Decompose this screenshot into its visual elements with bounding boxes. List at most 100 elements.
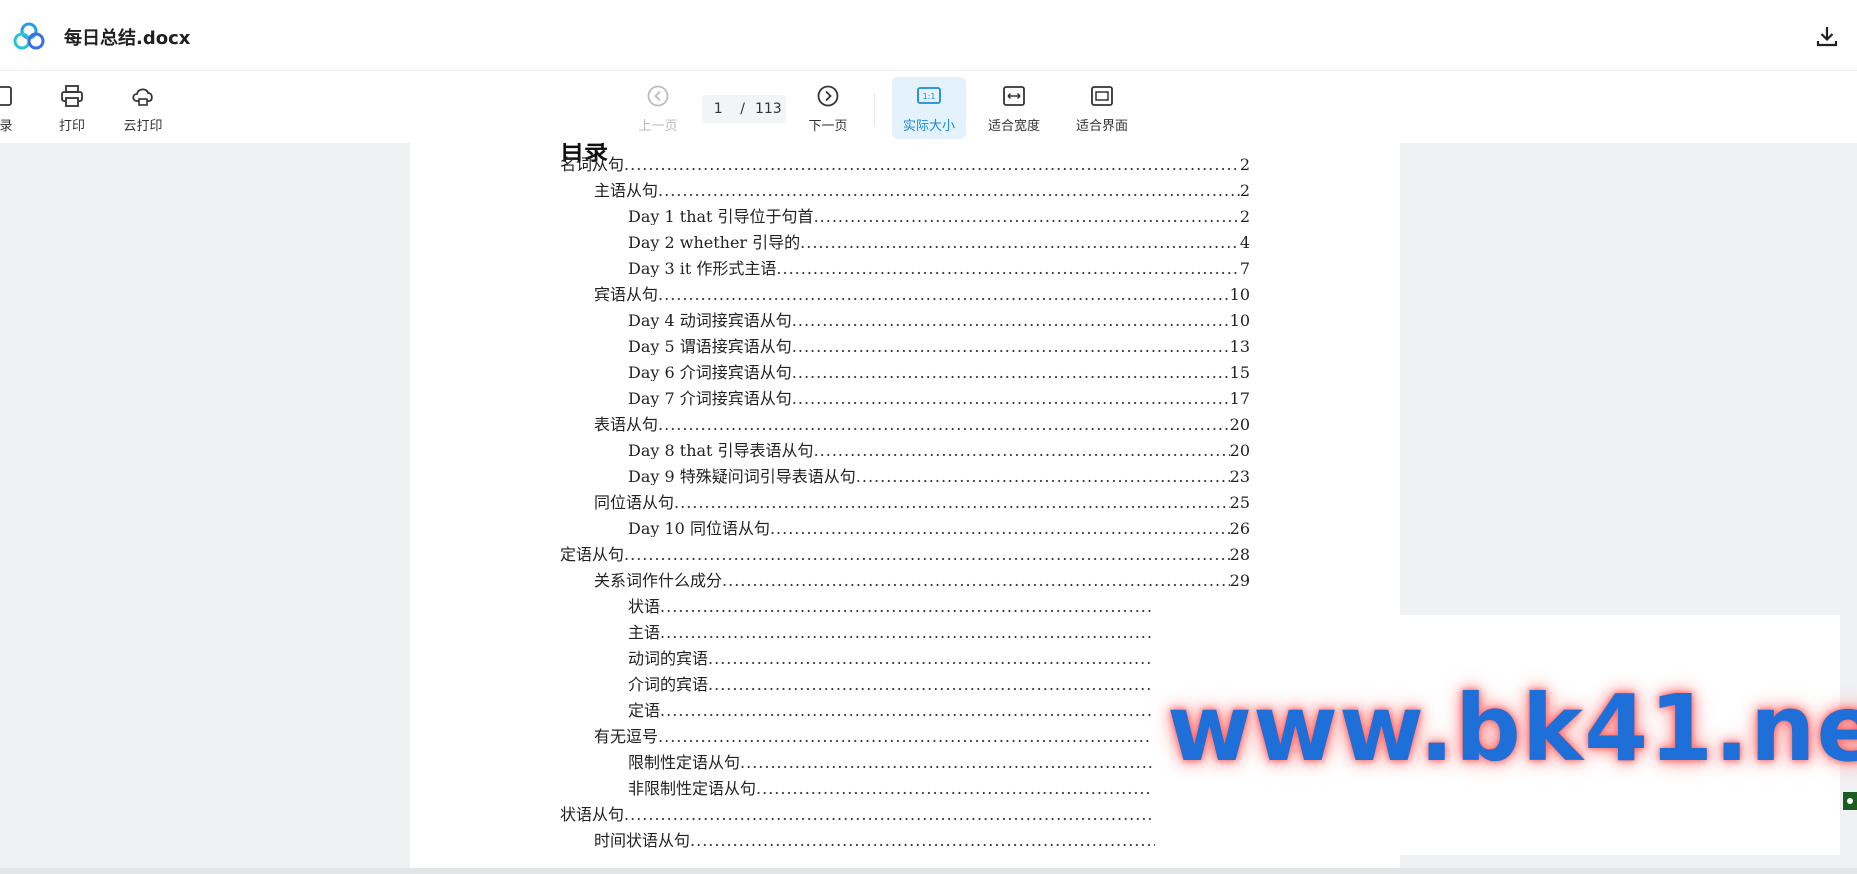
toc-entry-title: 状语 (628, 597, 661, 615)
toc-entry[interactable]: 主语......................................… (628, 619, 1152, 641)
toc-entry-page: 2 (1239, 181, 1250, 199)
print-label: 打印 (58, 119, 85, 134)
toc-entry-page: 28 (1229, 545, 1250, 563)
viewer-toolbar: 录 打印 云打印 上一页 / 113 下一页 (0, 71, 1857, 143)
toc-dot-leader: ........................................… (813, 207, 1240, 225)
bottom-scrollbar[interactable] (0, 868, 1857, 874)
toc-dot-leader: ........................................… (791, 337, 1230, 355)
toc-dot-leader: ........................................… (791, 311, 1230, 329)
toc-entry[interactable]: 有无逗号....................................… (594, 723, 1152, 745)
toc-dot-leader: ........................................… (658, 181, 1240, 199)
toc-entry[interactable]: 限制性定语从句.................................… (628, 749, 1152, 771)
toc-entry[interactable]: 动词的宾语...................................… (628, 645, 1152, 667)
toc-entry[interactable]: Day 1 that 引导位于句首.......................… (628, 203, 1250, 225)
side-indicator[interactable] (1843, 792, 1857, 810)
toc-entry[interactable]: Day 2 whether 引导的.......................… (628, 229, 1250, 251)
svg-text:1:1: 1:1 (923, 92, 936, 101)
toc-dot-leader: ........................................… (660, 597, 1152, 615)
toc-entry-title: 主语从句 (594, 181, 659, 199)
toc-dot-leader: ........................................… (855, 467, 1230, 485)
toc-dot-leader: ........................................… (660, 701, 1152, 719)
toc-entry-title: 名词从句 (560, 155, 625, 173)
toc-entry[interactable]: 状语从句....................................… (560, 801, 1152, 823)
toc-entry-title: 宾语从句 (594, 285, 659, 303)
toc-entry-page: 2 (1239, 207, 1250, 225)
watermark-panel: www.bk41.net (1155, 615, 1857, 855)
toc-entry-title: Day 8 that 引导表语从句 (628, 441, 814, 459)
toc-entry-page: 13 (1229, 337, 1250, 355)
outline-icon (0, 86, 12, 106)
toc-entry[interactable]: 状语......................................… (628, 593, 1152, 615)
next-page-label: 下一页 (808, 119, 848, 134)
toc-entry-title: 状语从句 (560, 805, 625, 823)
cloud-print-button[interactable]: 云打印 (116, 77, 170, 139)
toc-entry-title: 关系词作什么成分 (594, 571, 723, 589)
printer-icon (61, 85, 83, 107)
actual-size-label: 实际大小 (902, 119, 955, 134)
toc-entry[interactable]: Day 6 介词接宾语从句...........................… (628, 359, 1250, 381)
toc-entry[interactable]: 非限制性定语从句................................… (628, 775, 1152, 797)
toc-entry[interactable]: 表语从句....................................… (594, 411, 1250, 433)
toc-entry[interactable]: 介词的宾语...................................… (628, 671, 1152, 693)
outline-button[interactable]: 录 (0, 77, 20, 139)
toc-dot-leader: ........................................… (674, 493, 1230, 511)
toc-dot-leader: ........................................… (624, 155, 1240, 173)
outline-label: 录 (0, 119, 13, 134)
toc-dot-leader: ........................................… (690, 831, 1230, 849)
toc-entry-page: 10 (1229, 285, 1250, 303)
toc-entry-title: 主语 (628, 623, 661, 641)
toc-dot-leader: ........................................… (708, 675, 1152, 693)
toc-entry-title: 动词的宾语 (628, 649, 709, 667)
toc-entry-page: 29 (1229, 571, 1250, 589)
cloud-print-label: 云打印 (123, 119, 163, 134)
toc-entry-title: 非限制性定语从句 (628, 779, 757, 797)
toc-entry-title: 定语从句 (560, 545, 625, 563)
next-page-button[interactable]: 下一页 (802, 77, 854, 139)
toc-entry[interactable]: 关系词作什么成分................................… (594, 567, 1250, 589)
toc-dot-leader: ........................................… (624, 805, 1152, 823)
toc-entry-page: 15 (1229, 363, 1250, 381)
fit-width-icon (1003, 86, 1025, 106)
toc-entry[interactable]: 主语从句....................................… (594, 177, 1250, 199)
page-number-input[interactable] (706, 101, 731, 117)
toc-entry[interactable]: Day 10 同位语从句............................… (628, 515, 1250, 537)
prev-page-button[interactable]: 上一页 (632, 77, 684, 139)
toc-entry-page: 23 (1229, 467, 1250, 485)
toc-entry-title: Day 7 介词接宾语从句 (628, 389, 792, 407)
toc-entry[interactable]: Day 4 动词接宾语从句...........................… (628, 307, 1250, 329)
toc-entry[interactable]: Day 3 it 作形式主语..........................… (628, 255, 1250, 277)
chevron-left-circle-icon (647, 85, 669, 107)
toc-entry-page: 4 (1239, 233, 1250, 251)
fit-page-button[interactable]: 适合界面 (1070, 77, 1134, 139)
document-title: 每日总结.docx (64, 28, 191, 49)
toc-entry[interactable]: Day 5 谓语接宾语从句...........................… (628, 333, 1250, 355)
toc-entry[interactable]: 定语从句....................................… (560, 541, 1250, 563)
toc-entry-page: 10 (1229, 311, 1250, 329)
toc-entry[interactable]: 定语......................................… (628, 697, 1152, 719)
toc-entry-title: Day 10 同位语从句 (628, 519, 770, 537)
toc-entry-title: 限制性定语从句 (628, 753, 741, 771)
toc-dot-leader: ........................................… (769, 519, 1230, 537)
toc-entry-title: 同位语从句 (594, 493, 675, 511)
toc-dot-leader: ........................................… (658, 285, 1230, 303)
actual-size-icon: 1:1 (917, 87, 941, 104)
toc-entry-title: Day 6 介词接宾语从句 (628, 363, 792, 381)
fit-width-button[interactable]: 适合宽度 (982, 77, 1046, 139)
toc-dot-leader: ........................................… (708, 649, 1152, 667)
toc-entry-title: 表语从句 (594, 415, 659, 433)
toc-entry-title: Day 3 it 作形式主语 (628, 259, 777, 277)
toc-entry[interactable]: Day 8 that 引导表语从句.......................… (628, 437, 1250, 459)
toc-entry[interactable]: 时间状语从句..................................… (594, 827, 1250, 849)
toc-entry[interactable]: 名词从句....................................… (560, 151, 1250, 173)
watermark-text: www.bk41.net (1167, 675, 1857, 782)
toc-entry[interactable]: Day 7 介词接宾语从句...........................… (628, 385, 1250, 407)
print-button[interactable]: 打印 (52, 77, 92, 139)
toc-entry[interactable]: 宾语从句....................................… (594, 281, 1250, 303)
actual-size-button[interactable]: 1:1 实际大小 (892, 77, 966, 139)
toc-dot-leader: ........................................… (624, 545, 1230, 563)
toc-entry[interactable]: Day 9 特殊疑问词引导表语从句.......................… (628, 463, 1250, 485)
toc-entry[interactable]: 同位语从句...................................… (594, 489, 1250, 511)
toc-dot-leader: ........................................… (813, 441, 1230, 459)
title-bar: 每日总结.docx (0, 0, 1857, 71)
download-icon[interactable] (1813, 22, 1841, 50)
